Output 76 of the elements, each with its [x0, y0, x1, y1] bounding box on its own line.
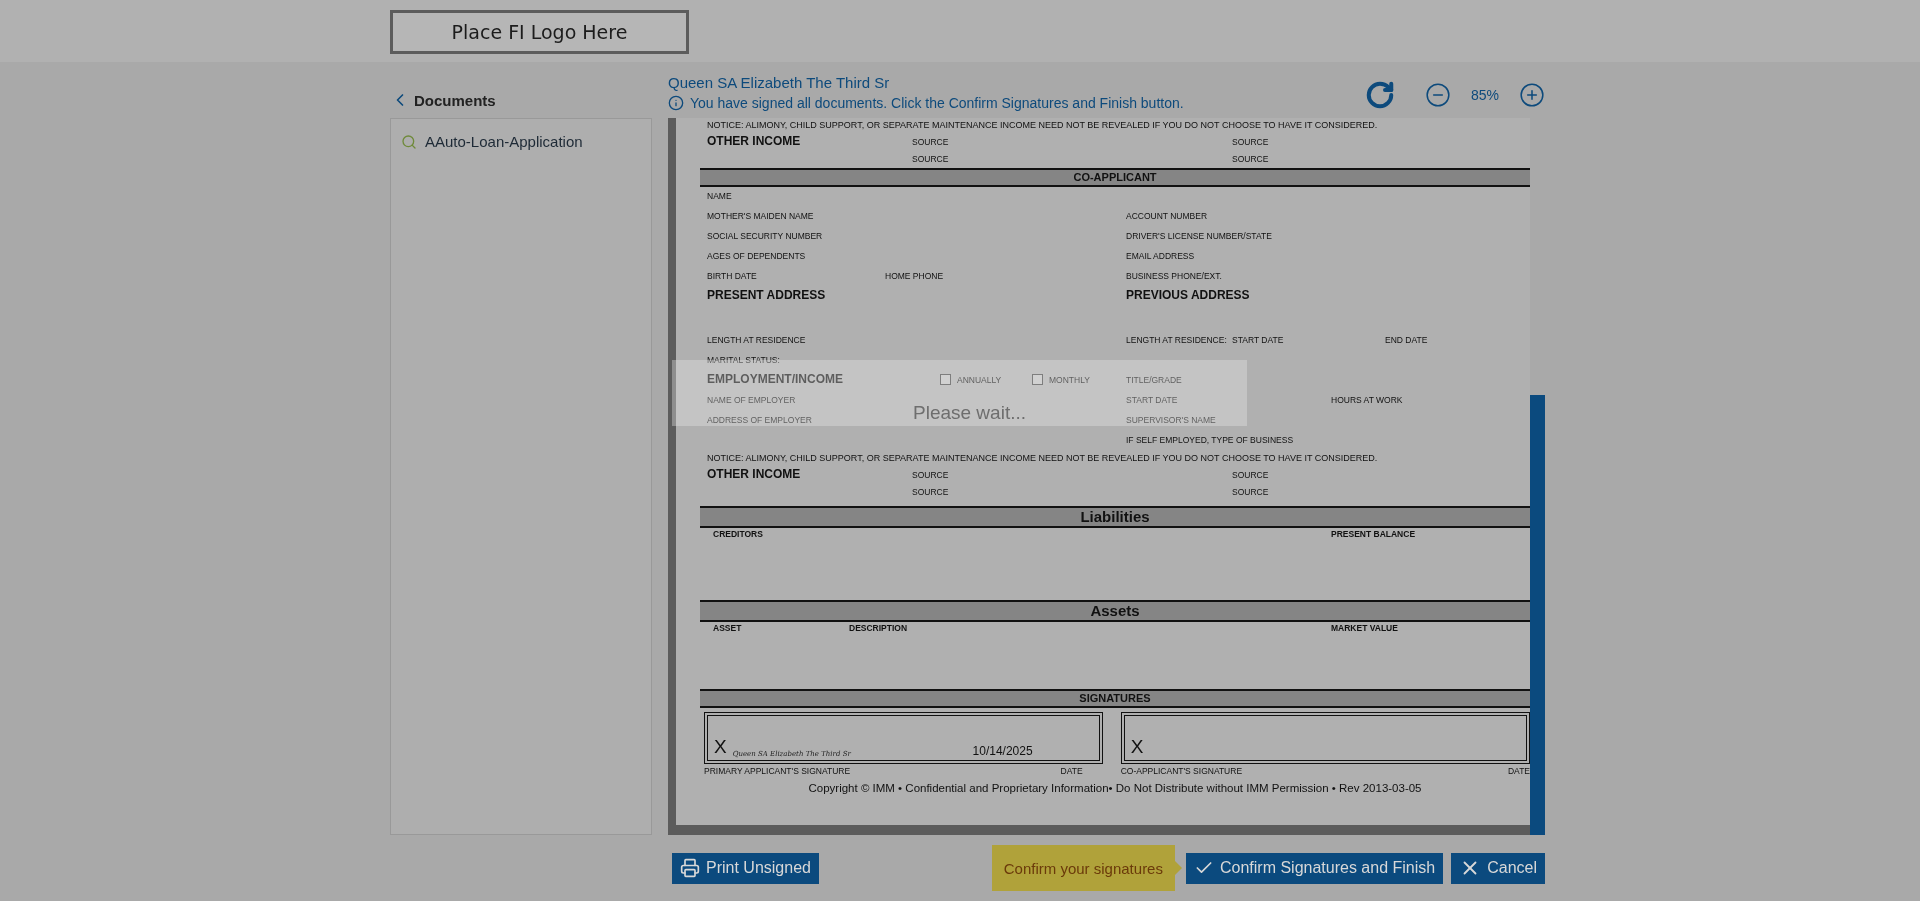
field-label: CO-APPLICANT'S SIGNATURE [1120, 766, 1243, 776]
print-unsigned-button[interactable]: Print Unsigned [672, 852, 819, 884]
info-icon [668, 94, 684, 111]
notice-text: NOTICE: ALIMONY, CHILD SUPPORT, OR SEPARATE MAINTENANCE INCOME NEED NOT BE REVEALED IF YOU DO NOT CHOOSE TO HAVE IT CONSIDERED. [706, 119, 1379, 132]
field-label: IF SELF EMPLOYED, TYPE OF BUSINESS [1126, 435, 1294, 445]
field-label: BUSINESS PHONE/EXT. [1126, 271, 1222, 281]
logo-banner: Place FI Logo Here [390, 10, 689, 54]
search-icon [401, 133, 417, 150]
field-label: SUPERVISOR'S NAME [1126, 415, 1216, 425]
field-label: START DATE [1126, 395, 1178, 405]
confirm-button[interactable]: Confirm Signatures and Finish [1185, 852, 1444, 884]
section-heading: PREVIOUS ADDRESS [1126, 288, 1250, 302]
field-label: DRIVER'S LICENSE NUMBER/STATE [1126, 231, 1272, 241]
section-heading: PRESENT ADDRESS [707, 288, 826, 302]
loading-text: Please wait... [913, 402, 1026, 423]
checkbox-label: MONTHLY [1049, 374, 1090, 385]
column-header: PRESENT BALANCE [1331, 529, 1416, 539]
document-item[interactable]: AAuto-Loan-Application [401, 133, 641, 150]
field-label: TITLE/GRADE [1126, 375, 1182, 385]
info-message: You have signed all documents. Click the Confirm Signatures and Finish button. [690, 94, 1184, 111]
signature-mark: X [714, 736, 727, 758]
zoom-level: 85% [1470, 87, 1500, 103]
field-label: SOURCE [1232, 470, 1269, 480]
scrollbar-thumb[interactable] [1530, 395, 1545, 835]
field-label: SOURCE [912, 487, 949, 497]
section-heading: OTHER INCOME [707, 467, 801, 481]
signature-date: 10/14/2025 [972, 744, 1033, 758]
field-label: LENGTH AT RESIDENCE: [1126, 335, 1227, 345]
copyright-text: Copyright © IMM • Confidential and Proprietary Information• Do Not Distribute without IMM Permission • Rev 2013-03-05 [807, 781, 1423, 794]
field-label: DATE [1507, 766, 1530, 776]
signature-mark: X [1130, 736, 1144, 758]
section-header: Assets [700, 600, 1530, 622]
zoom-in-button[interactable] [1519, 82, 1545, 108]
field-label: SOURCE [912, 137, 949, 147]
field-label: SOURCE [1232, 154, 1269, 164]
zoom-out-button[interactable] [1425, 82, 1451, 108]
field-label: AGES OF DEPENDENTS [707, 251, 806, 261]
column-header: ASSET [713, 623, 742, 633]
field-label: SOCIAL SECURITY NUMBER [707, 231, 823, 241]
back-link[interactable]: Documents [390, 62, 652, 118]
field-label: SOURCE [1232, 137, 1269, 147]
field-label: EMAIL ADDRESS [1126, 251, 1195, 261]
section-heading: EMPLOYMENT/INCOME [707, 372, 843, 386]
section-header: CO-APPLICANT [700, 168, 1530, 187]
field-label: MOTHER'S MAIDEN NAME [707, 211, 814, 221]
field-label: HOME PHONE [885, 271, 944, 281]
field-label: HOURS AT WORK [1331, 395, 1403, 405]
cancel-button[interactable]: Cancel [1451, 852, 1545, 884]
section-heading: OTHER INCOME [707, 134, 801, 148]
checkbox[interactable] [940, 374, 951, 385]
field-label: ADDRESS OF EMPLOYER [707, 415, 812, 425]
checkbox[interactable] [1032, 374, 1043, 385]
section-header: Liabilities [700, 506, 1530, 528]
field-label: SOURCE [912, 154, 949, 164]
refresh-button[interactable] [1365, 80, 1395, 110]
field-label: SOURCE [1232, 487, 1269, 497]
field-label: PRIMARY APPLICANT'S SIGNATURE [704, 766, 851, 776]
column-header: CREDITORS [713, 529, 763, 539]
column-header: DESCRIPTION [849, 623, 908, 633]
printer-icon [680, 858, 700, 878]
field-label: START DATE [1232, 335, 1284, 345]
field-label: BIRTH DATE [707, 271, 757, 281]
field-label: END DATE [1385, 335, 1428, 345]
field-label: NAME OF EMPLOYER [707, 395, 796, 405]
hint-tooltip: Confirm your signatures [991, 845, 1175, 891]
field-label: ACCOUNT NUMBER [1126, 211, 1208, 221]
field-label: DATE [1060, 766, 1083, 776]
column-header: MARKET VALUE [1331, 623, 1398, 633]
field-label: LENGTH AT RESIDENCE [707, 335, 806, 345]
notice-text: NOTICE: ALIMONY, CHILD SUPPORT, OR SEPARATE MAINTENANCE INCOME NEED NOT BE REVEALED IF YOU DO NOT CHOOSE TO HAVE IT CONSIDERED. [706, 452, 1379, 465]
field-label: NAME [707, 191, 732, 201]
section-header: SIGNATURES [700, 689, 1530, 708]
field-label: SOURCE [912, 470, 949, 480]
signer-name: Queen SA Elizabeth The Third Sr [668, 73, 891, 91]
checkbox-label: ANNUALLY [957, 374, 1002, 385]
field-label: MARITAL STATUS: [707, 355, 780, 365]
